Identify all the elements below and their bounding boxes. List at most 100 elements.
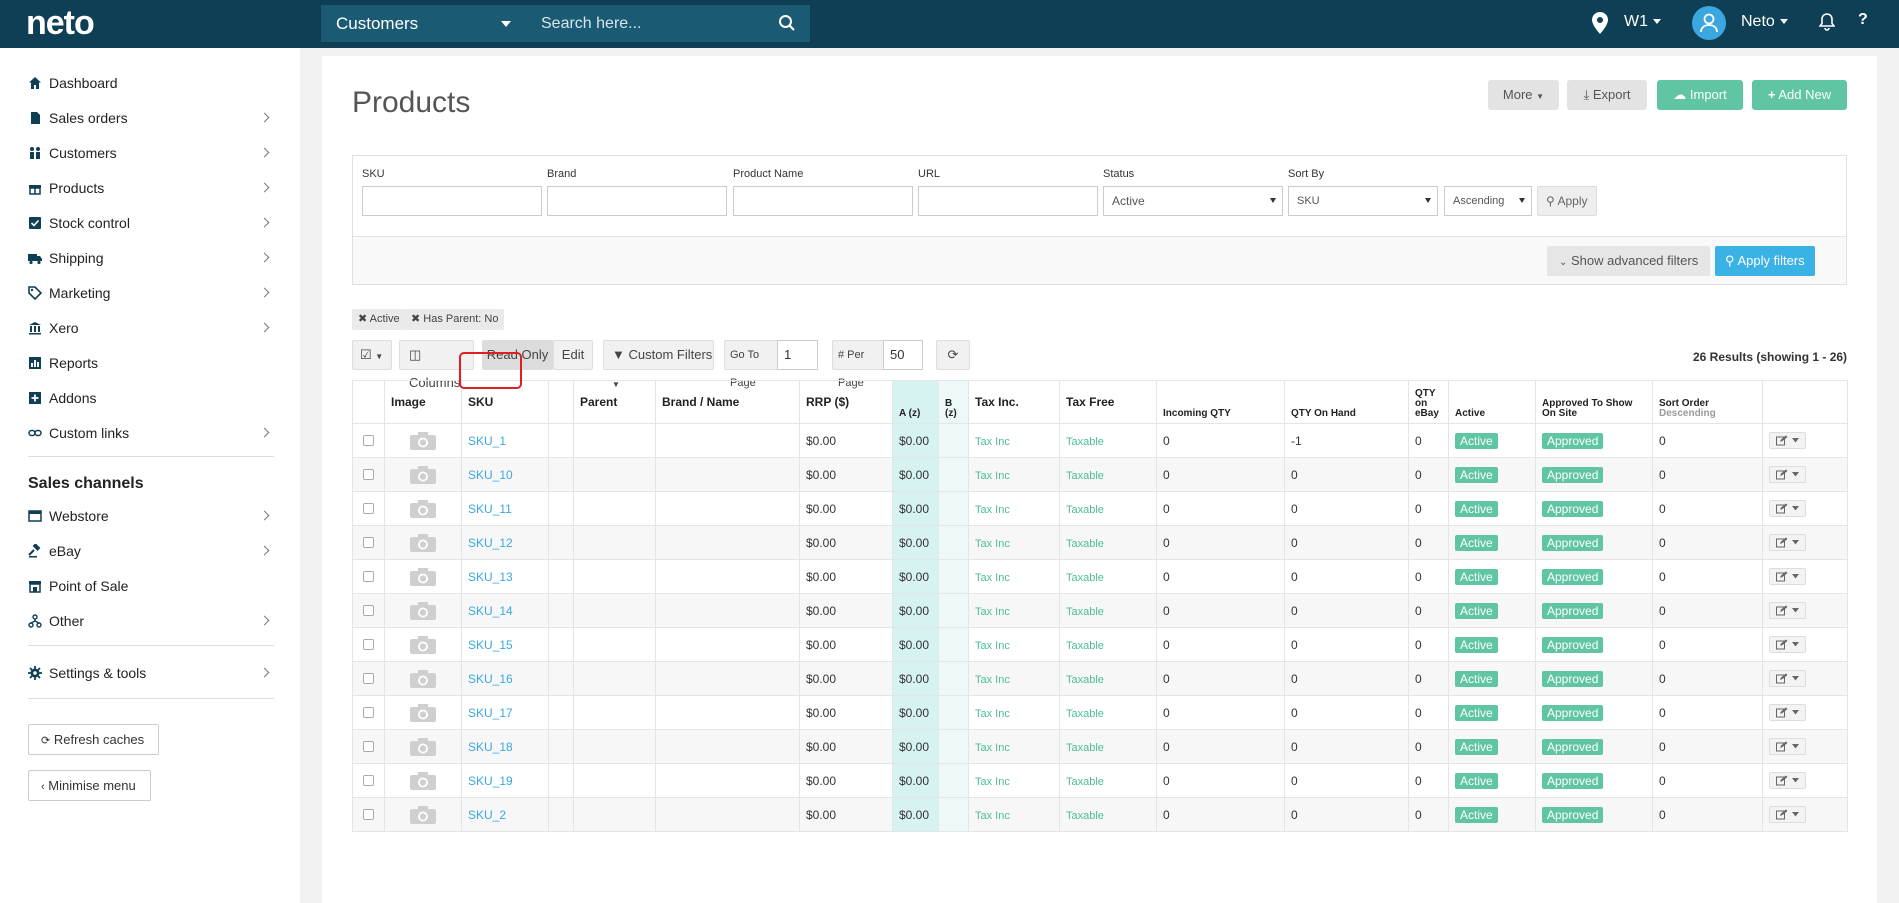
- sidebar-item-sales-orders[interactable]: Sales orders: [28, 106, 274, 130]
- search-input[interactable]: Search here...: [523, 5, 810, 42]
- sidebar-item-addons[interactable]: Addons: [28, 386, 274, 410]
- column-header-price-a[interactable]: A (z): [892, 380, 939, 424]
- tax-inc-link[interactable]: Tax Inc: [975, 470, 1010, 482]
- search-scope-select[interactable]: Customers: [321, 5, 523, 42]
- active-badge[interactable]: Active: [1455, 738, 1498, 755]
- approved-badge[interactable]: Approved: [1542, 432, 1604, 449]
- approved-badge[interactable]: Approved: [1542, 636, 1604, 653]
- sku-link[interactable]: SKU_12: [468, 536, 513, 550]
- sidebar-item-reports[interactable]: Reports: [28, 351, 274, 375]
- column-header-qty-on-hand[interactable]: QTY On Hand: [1284, 380, 1409, 424]
- sku-link[interactable]: SKU_18: [468, 740, 513, 754]
- approved-badge[interactable]: Approved: [1542, 568, 1604, 585]
- active-badge[interactable]: Active: [1455, 534, 1498, 551]
- url-filter-input[interactable]: [918, 186, 1098, 216]
- row-checkbox[interactable]: [363, 707, 374, 718]
- export-button[interactable]: ⤓ Export: [1567, 80, 1647, 110]
- tax-free-link[interactable]: Taxable: [1066, 538, 1104, 550]
- tax-free-link[interactable]: Taxable: [1066, 572, 1104, 584]
- remove-icon[interactable]: ✖: [411, 313, 420, 325]
- edit-row-button[interactable]: [1769, 772, 1806, 789]
- sku-filter-input[interactable]: [362, 186, 542, 216]
- tax-inc-link[interactable]: Tax Inc: [975, 708, 1010, 720]
- edit-row-button[interactable]: [1769, 738, 1806, 755]
- sidebar-item-shipping[interactable]: Shipping: [28, 246, 274, 270]
- tax-inc-link[interactable]: Tax Inc: [975, 674, 1010, 686]
- column-header-tax-inc[interactable]: Tax Inc.: [968, 380, 1060, 424]
- add-new-button[interactable]: + Add New: [1752, 80, 1847, 110]
- sort-order-select[interactable]: Ascending: [1444, 186, 1532, 216]
- tax-free-link[interactable]: Taxable: [1066, 504, 1104, 516]
- approved-badge[interactable]: Approved: [1542, 806, 1604, 823]
- approved-badge[interactable]: Approved: [1542, 602, 1604, 619]
- tax-inc-link[interactable]: Tax Inc: [975, 606, 1010, 618]
- row-checkbox[interactable]: [363, 639, 374, 650]
- sidebar-item-point-of-sale[interactable]: Point of Sale: [28, 574, 274, 598]
- search-icon[interactable]: [778, 14, 796, 32]
- tax-free-link[interactable]: Taxable: [1066, 810, 1104, 822]
- active-badge[interactable]: Active: [1455, 670, 1498, 687]
- tax-inc-link[interactable]: Tax Inc: [975, 776, 1010, 788]
- sku-link[interactable]: SKU_19: [468, 774, 513, 788]
- sku-link[interactable]: SKU_17: [468, 706, 513, 720]
- column-header-active[interactable]: Active: [1448, 380, 1536, 424]
- edit-row-button[interactable]: [1769, 500, 1806, 517]
- sku-link[interactable]: SKU_15: [468, 638, 513, 652]
- minimise-menu-button[interactable]: ‹ Minimise menu: [28, 770, 151, 801]
- sort-by-select[interactable]: SKU: [1288, 186, 1438, 216]
- sku-link[interactable]: SKU_14: [468, 604, 513, 618]
- sidebar-item-dashboard[interactable]: Dashboard: [28, 71, 274, 95]
- edit-row-button[interactable]: [1769, 466, 1806, 483]
- active-badge[interactable]: Active: [1455, 432, 1498, 449]
- row-checkbox[interactable]: [363, 503, 374, 514]
- brand-filter-input[interactable]: [547, 186, 727, 216]
- edit-row-button[interactable]: [1769, 704, 1806, 721]
- sidebar-item-custom-links[interactable]: Custom links: [28, 421, 274, 445]
- sidebar-item-settings-tools[interactable]: Settings & tools: [28, 661, 274, 685]
- approved-badge[interactable]: Approved: [1542, 772, 1604, 789]
- sku-link[interactable]: SKU_11: [468, 502, 512, 516]
- show-advanced-filters-button[interactable]: ⌄ Show advanced filters: [1547, 246, 1711, 276]
- bulk-select-dropdown[interactable]: ☑ ▼: [352, 340, 392, 370]
- tax-free-link[interactable]: Taxable: [1066, 708, 1104, 720]
- status-filter-select[interactable]: Active: [1103, 186, 1283, 216]
- sidebar-item-stock-control[interactable]: Stock control: [28, 211, 274, 235]
- sku-link[interactable]: SKU_16: [468, 672, 513, 686]
- row-checkbox[interactable]: [363, 435, 374, 446]
- edit-row-button[interactable]: [1769, 534, 1806, 551]
- remove-icon[interactable]: ✖: [358, 313, 367, 325]
- apply-filters-button[interactable]: ⚲ Apply filters: [1715, 246, 1815, 276]
- active-badge[interactable]: Active: [1455, 466, 1498, 483]
- tax-inc-link[interactable]: Tax Inc: [975, 504, 1010, 516]
- sidebar-item-webstore[interactable]: Webstore: [28, 504, 274, 528]
- go-to-page-input[interactable]: 1: [777, 340, 818, 370]
- edit-row-button[interactable]: [1769, 432, 1806, 449]
- sidebar-item-other[interactable]: Other: [28, 609, 274, 633]
- import-button[interactable]: ☁ Import: [1657, 80, 1743, 110]
- tax-free-link[interactable]: Taxable: [1066, 640, 1104, 652]
- tax-free-link[interactable]: Taxable: [1066, 470, 1104, 482]
- edit-toggle[interactable]: Edit: [553, 340, 593, 370]
- help-icon[interactable]: ?: [1858, 11, 1868, 29]
- sidebar-item-marketing[interactable]: Marketing: [28, 281, 274, 305]
- column-header-approved[interactable]: Approved To Show On Site: [1535, 380, 1653, 424]
- row-checkbox[interactable]: [363, 571, 374, 582]
- more-button[interactable]: More ▼: [1488, 80, 1559, 110]
- apply-button[interactable]: ⚲ Apply: [1537, 186, 1597, 216]
- sidebar-item-ebay[interactable]: eBay: [28, 539, 274, 563]
- edit-row-button[interactable]: [1769, 602, 1806, 619]
- active-badge[interactable]: Active: [1455, 704, 1498, 721]
- approved-badge[interactable]: Approved: [1542, 704, 1604, 721]
- tax-inc-link[interactable]: Tax Inc: [975, 538, 1010, 550]
- filter-chip-active[interactable]: ✖ Active: [352, 309, 406, 330]
- tax-inc-link[interactable]: Tax Inc: [975, 640, 1010, 652]
- approved-badge[interactable]: Approved: [1542, 738, 1604, 755]
- row-checkbox[interactable]: [363, 469, 374, 480]
- edit-row-button[interactable]: [1769, 806, 1806, 823]
- tax-free-link[interactable]: Taxable: [1066, 606, 1104, 618]
- row-checkbox[interactable]: [363, 537, 374, 548]
- column-header-incoming-qty[interactable]: Incoming QTY: [1156, 380, 1285, 424]
- active-badge[interactable]: Active: [1455, 806, 1498, 823]
- approved-badge[interactable]: Approved: [1542, 500, 1604, 517]
- neto-logo[interactable]: neto: [26, 4, 95, 42]
